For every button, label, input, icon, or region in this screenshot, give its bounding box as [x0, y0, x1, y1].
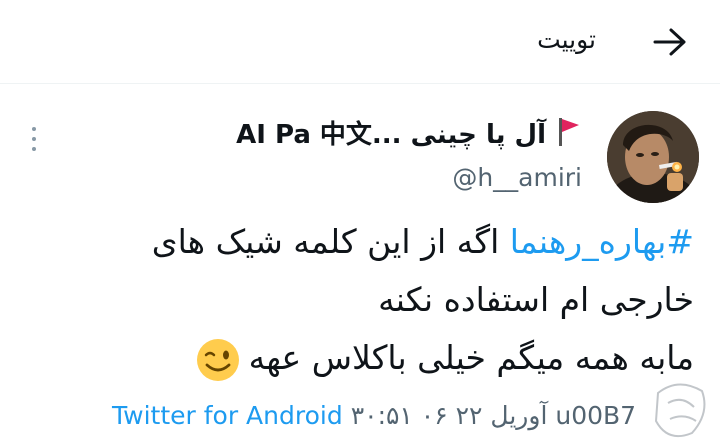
timestamp[interactable]: ۳۰:۵۱ ۰۶ آوریل ۲۲ u00B7 [351, 399, 636, 433]
tweet-line-1-text: اگه از این کلمه شیک های [151, 222, 510, 261]
vertical-ellipsis-icon [32, 127, 36, 131]
hashtag-link[interactable]: #بهاره_رهنما [510, 222, 694, 261]
ellipsis-dot [32, 137, 36, 141]
more-options-button[interactable] [22, 124, 46, 154]
tweet-line-3-text: مابه همه میگم خیلی باکلاس عهه [248, 338, 694, 377]
user-handle[interactable]: @h__amiri [452, 161, 582, 195]
tweet-line-3: مابه همه میگم خیلی باکلاس عهه [34, 329, 694, 387]
page-title: توییت [537, 25, 596, 54]
arrow-left-icon [653, 28, 686, 56]
tweet-line-1: #بهاره_رهنما اگه از این کلمه شیک های [34, 213, 694, 271]
display-name[interactable]: AI Pa 中文... آل پا چینی [236, 114, 546, 151]
avatar[interactable] [607, 111, 699, 203]
back-button[interactable] [648, 20, 692, 64]
source-link[interactable]: Twitter for Android [112, 399, 343, 433]
triangular-flag-icon [559, 118, 579, 146]
ellipsis-dot [32, 147, 36, 151]
avatar-image [607, 111, 699, 203]
author-row[interactable]: AI Pa 中文... آل پا چینی [236, 112, 582, 152]
tweet-text: #بهاره_رهنما اگه از این کلمه شیک های خار… [34, 213, 694, 387]
top-bar: توییت [0, 0, 720, 84]
tweet-meta: Twitter for Android ۳۰:۵۱ ۰۶ آوریل ۲۲ u0… [112, 399, 636, 433]
winking-face-emoji [196, 338, 239, 381]
watermark-logo [654, 383, 706, 437]
tweet-line-2: خارجی ام استفاده نکنه [378, 280, 694, 319]
